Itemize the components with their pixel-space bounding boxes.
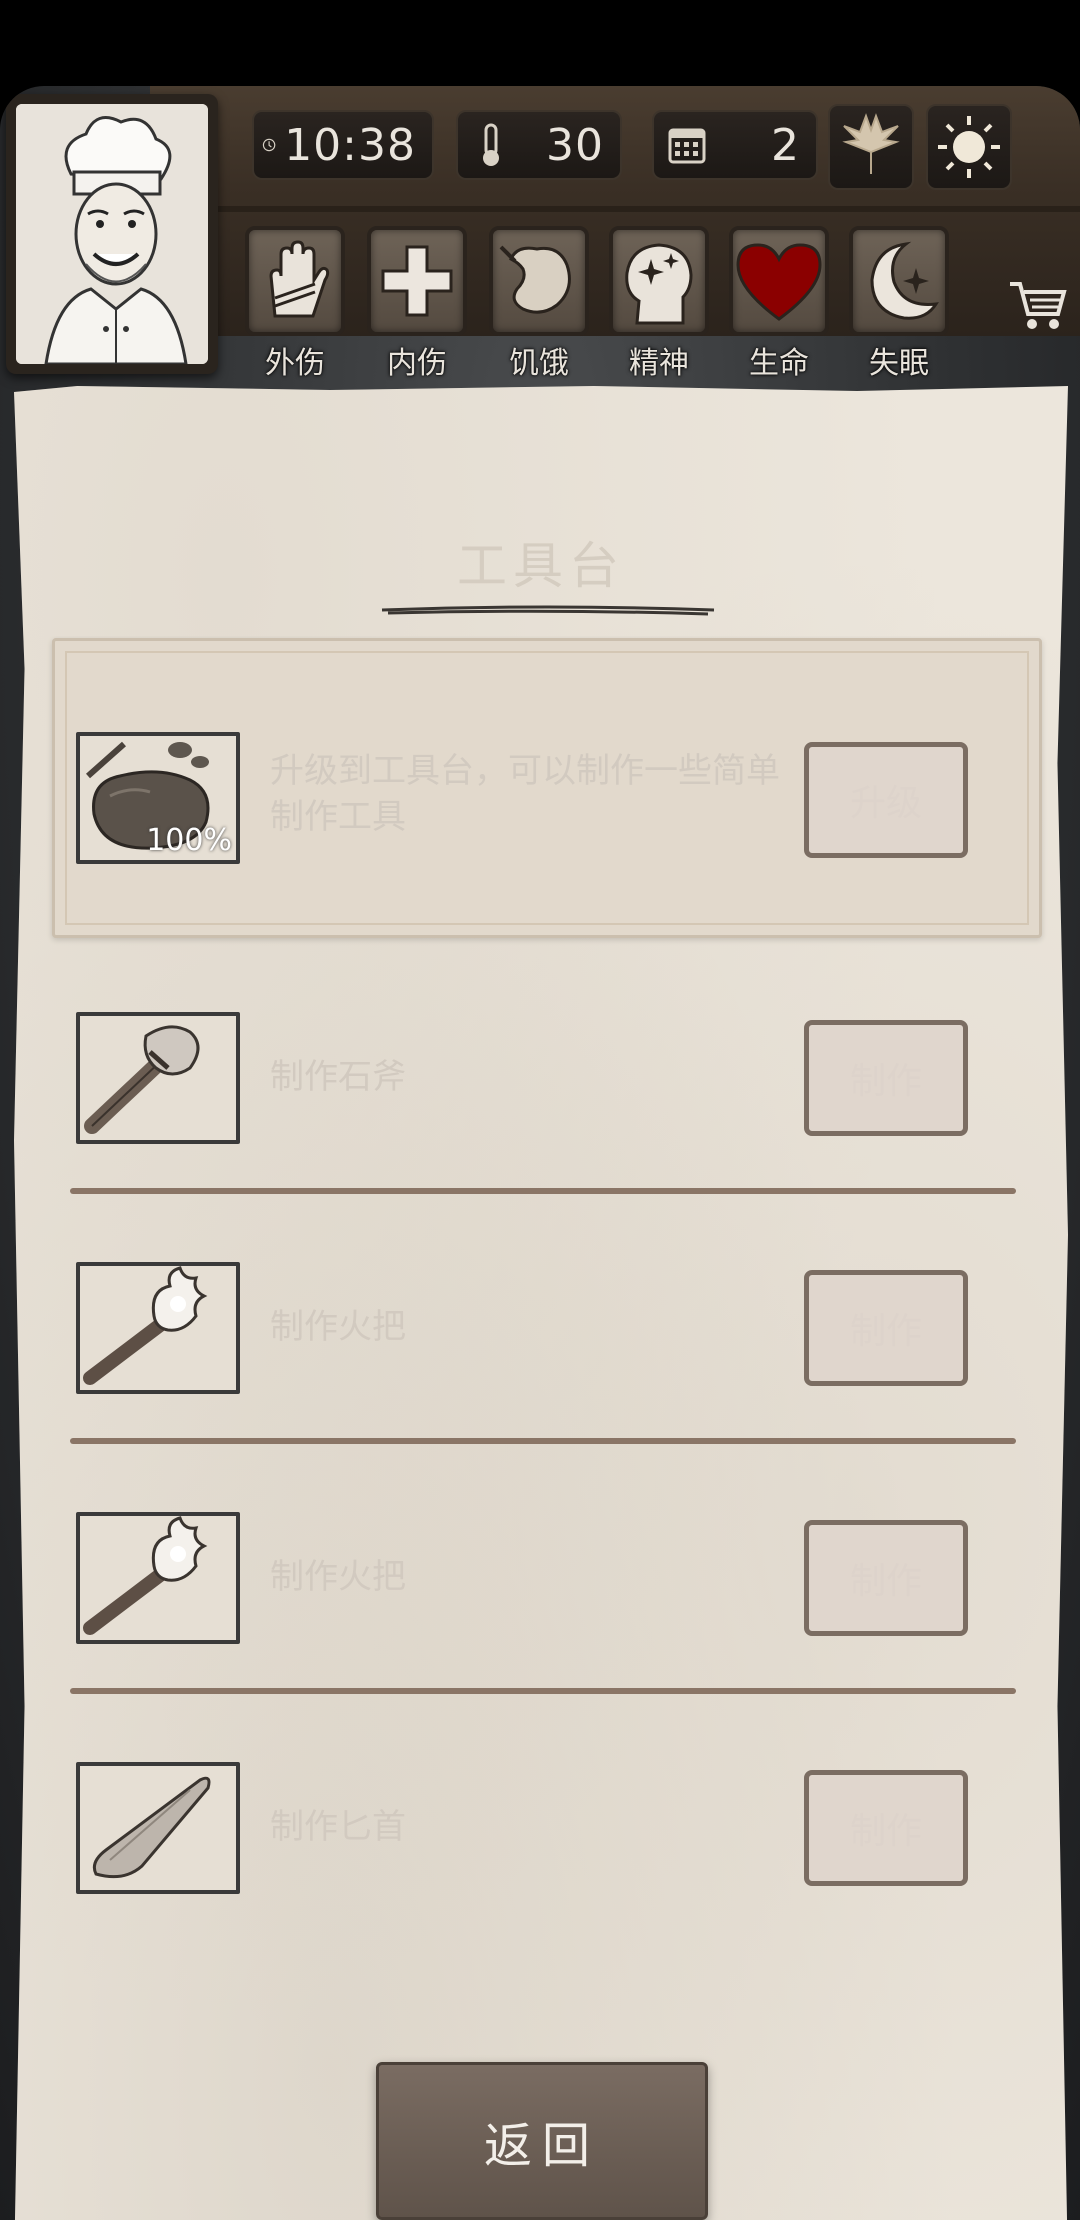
upgrade-description: 升级到工具台，可以制作一些简单制作工具 [270, 751, 780, 837]
day-display: 2 [652, 110, 818, 180]
game-frame: 10:38 30 2 外伤 内伤 饥饿 精神 生命 失眠 工具台 100% 升级… [0, 86, 1080, 2220]
head-sparkle-icon [625, 243, 693, 325]
condition-hunger[interactable]: 饥饿 [486, 226, 592, 382]
recipe-list[interactable]: 100% 升级到工具台，可以制作一些简单制作工具 升级 制作石斧 制作 制作火把… [14, 636, 1068, 1932]
condition-label: 外伤 [265, 346, 325, 381]
time-display: 10:38 [252, 110, 434, 180]
condition-label: 精神 [629, 346, 689, 381]
condition-label: 饥饿 [509, 346, 569, 381]
upgrade-button[interactable]: 升级 [804, 742, 968, 858]
time-value: 10:38 [284, 119, 416, 171]
row-divider [70, 1438, 1016, 1444]
title-underline [381, 605, 715, 616]
shopping-cart-icon[interactable] [1006, 274, 1068, 336]
panel-title: 工具台 [457, 537, 625, 595]
day-value: 2 [771, 119, 800, 171]
craft-button[interactable]: 制作 [804, 1770, 968, 1886]
temperature-display: 30 [456, 110, 622, 180]
temperature-value: 30 [546, 119, 604, 171]
torch-icon [80, 1516, 236, 1640]
recipe-name: 制作石斧 [270, 1057, 406, 1097]
condition-external-injury[interactable]: 外伤 [242, 226, 348, 382]
cross-icon [381, 245, 453, 317]
stone-axe-icon [80, 1016, 236, 1140]
upgrade-item-thumb: 100% [76, 732, 240, 864]
torch-thumb [76, 1262, 240, 1394]
torch-icon [80, 1266, 236, 1390]
sun-icon [938, 116, 1000, 178]
dagger-thumb [76, 1762, 240, 1894]
back-button[interactable]: 返回 [376, 2062, 708, 2220]
hand-icon [269, 240, 330, 318]
condition-label: 生命 [749, 346, 809, 381]
torch-thumb [76, 1512, 240, 1644]
row-divider [70, 1188, 1016, 1194]
stomach-icon [499, 245, 571, 314]
recipe-name: 制作匕首 [270, 1807, 406, 1847]
calendar-icon [668, 128, 706, 164]
workbench-panel: 工具台 100% 升级到工具台，可以制作一些简单制作工具 升级 制作石斧 制作 … [14, 386, 1068, 2220]
condition-label: 内伤 [387, 346, 447, 381]
recipe-name: 制作火把 [270, 1307, 406, 1347]
condition-label: 失眠 [869, 346, 929, 381]
avatar[interactable] [6, 94, 218, 374]
condition-health[interactable]: 生命 [726, 226, 832, 382]
heart-icon [736, 243, 822, 321]
clock-icon [262, 138, 276, 152]
thermometer-icon [483, 123, 499, 166]
recipe-name: 制作火把 [270, 1557, 406, 1597]
weather-indicator [926, 104, 1012, 190]
season-indicator [828, 104, 914, 190]
craft-button[interactable]: 制作 [804, 1270, 968, 1386]
stone-dagger-icon [80, 1766, 236, 1890]
avatar-image [16, 104, 208, 364]
upgrade-progress: 100% [146, 823, 232, 858]
condition-mental[interactable]: 精神 [606, 226, 712, 382]
stone-axe-thumb [76, 1012, 240, 1144]
craft-button[interactable]: 制作 [804, 1520, 968, 1636]
craft-button[interactable]: 制作 [804, 1020, 968, 1136]
condition-insomnia[interactable]: 失眠 [846, 226, 952, 382]
leaf-icon [842, 113, 900, 174]
row-divider [70, 1688, 1016, 1694]
condition-internal-injury[interactable]: 内伤 [364, 226, 470, 382]
moon-star-icon [870, 241, 939, 320]
